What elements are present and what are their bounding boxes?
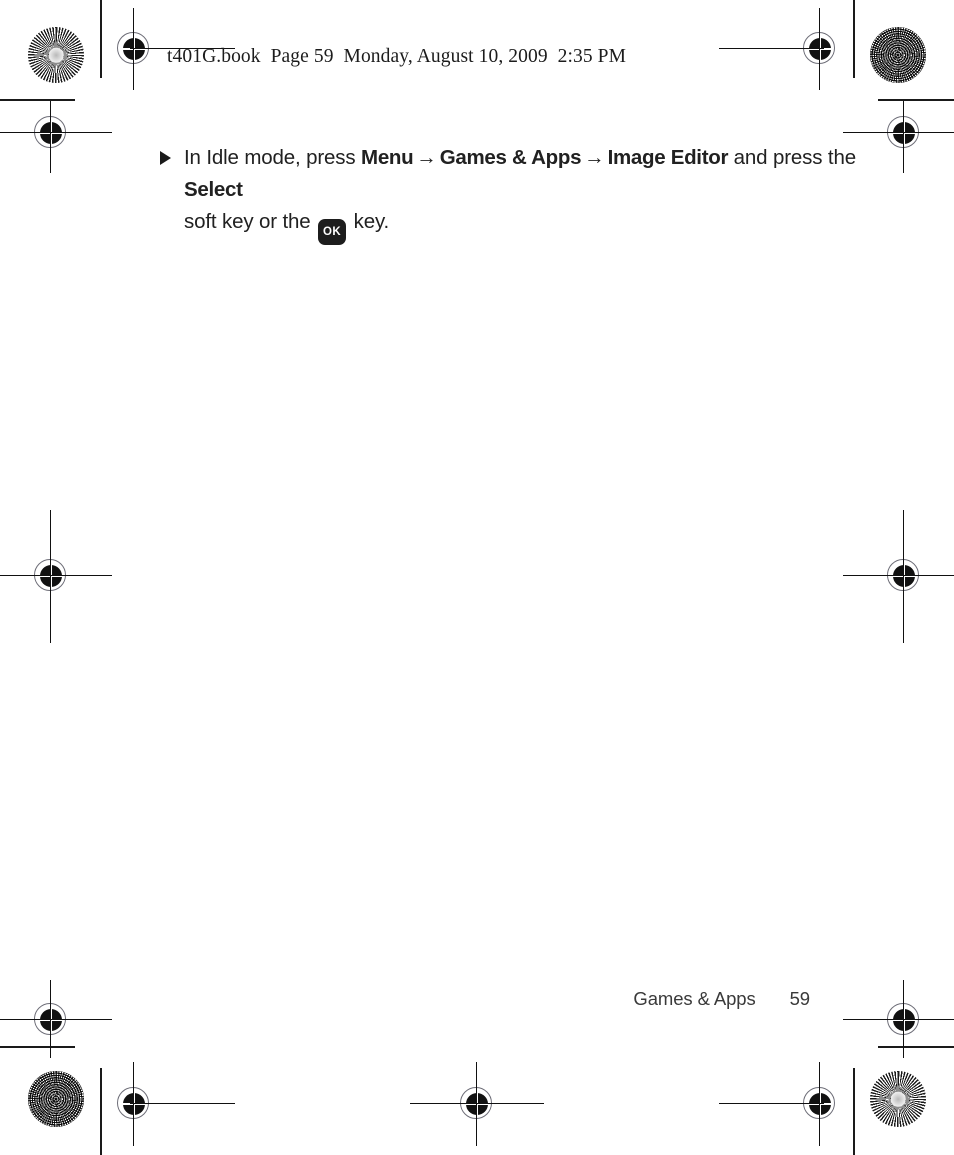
page-footer: Games & Apps 59 [0,988,954,1010]
registration-dot [809,1093,831,1115]
registration-vline [133,1062,134,1146]
registration-hline [843,132,954,133]
manual-page: t401G.book Page 59 Monday, August 10, 20… [0,0,954,1155]
registration-vline [819,1062,820,1146]
trim-line-left-bottom [100,1068,102,1155]
header-file-stamp: t401G.book Page 59 Monday, August 10, 20… [167,46,627,67]
registration-vline [819,8,820,90]
registration-vline [903,101,904,173]
registration-dot [893,565,915,587]
star-target-circle-top-left [28,27,84,83]
moire-target-circle-bottom-left [28,1071,84,1127]
trim-line-bottom-right [878,1046,954,1048]
ok-key-icon: OK [318,219,347,245]
registration-vline [50,510,51,643]
menu-path-image-editor: Image Editor [607,146,729,169]
registration-dot [809,38,831,60]
registration-dot [466,1093,488,1115]
registration-dot [123,38,145,60]
registration-dot [40,565,62,587]
moire-target-circle-top-right [870,27,926,83]
instruction-block: In Idle mode, press Menu → Games & Apps → Im… [160,142,860,245]
registration-dot [40,1009,62,1031]
footer-page-number: 59 [789,988,810,1009]
registration-dot [40,122,62,144]
registration-hline [843,575,954,576]
step-text-part3: soft key or the [184,210,317,233]
registration-hline [843,1019,954,1020]
registration-vline [133,8,134,90]
registration-dot [893,122,915,144]
trim-line-right-top [853,0,855,78]
step-text-part4: key. [348,210,390,233]
footer-chapter-title: Games & Apps [633,988,756,1009]
trim-line-top-left [0,99,75,101]
registration-hline [410,1103,544,1104]
registration-hline [719,48,824,49]
trim-line-left-top [100,0,102,78]
registration-hline [0,1019,112,1020]
registration-dot [123,1093,145,1115]
registration-vline [50,101,51,173]
arrow-right-icon-2: → [584,146,605,169]
registration-vline [476,1062,477,1146]
trim-line-top-right [878,99,954,101]
softkey-select-label: Select [184,178,243,201]
instruction-step-text: In Idle mode, press Menu → Games & Apps → Im… [184,142,860,245]
registration-hline [130,1103,235,1104]
arrow-right-icon-1: → [416,146,437,169]
step-text-part2: and press the [728,146,856,169]
instruction-bullet-row: In Idle mode, press Menu → Games & Apps → Im… [160,142,860,245]
star-target-circle-bottom-right [870,1071,926,1127]
registration-dot [893,1009,915,1031]
registration-hline [719,1103,824,1104]
registration-hline [0,575,112,576]
step-text-part1: In Idle mode, press [184,146,362,169]
trim-line-bottom-left [0,1046,75,1048]
menu-path-games-apps: Games & Apps [439,146,582,169]
triangle-right-bullet-icon [160,151,171,165]
menu-path-menu: Menu [361,146,414,169]
trim-line-right-bottom [853,1068,855,1155]
registration-hline [0,132,112,133]
registration-vline [903,510,904,643]
